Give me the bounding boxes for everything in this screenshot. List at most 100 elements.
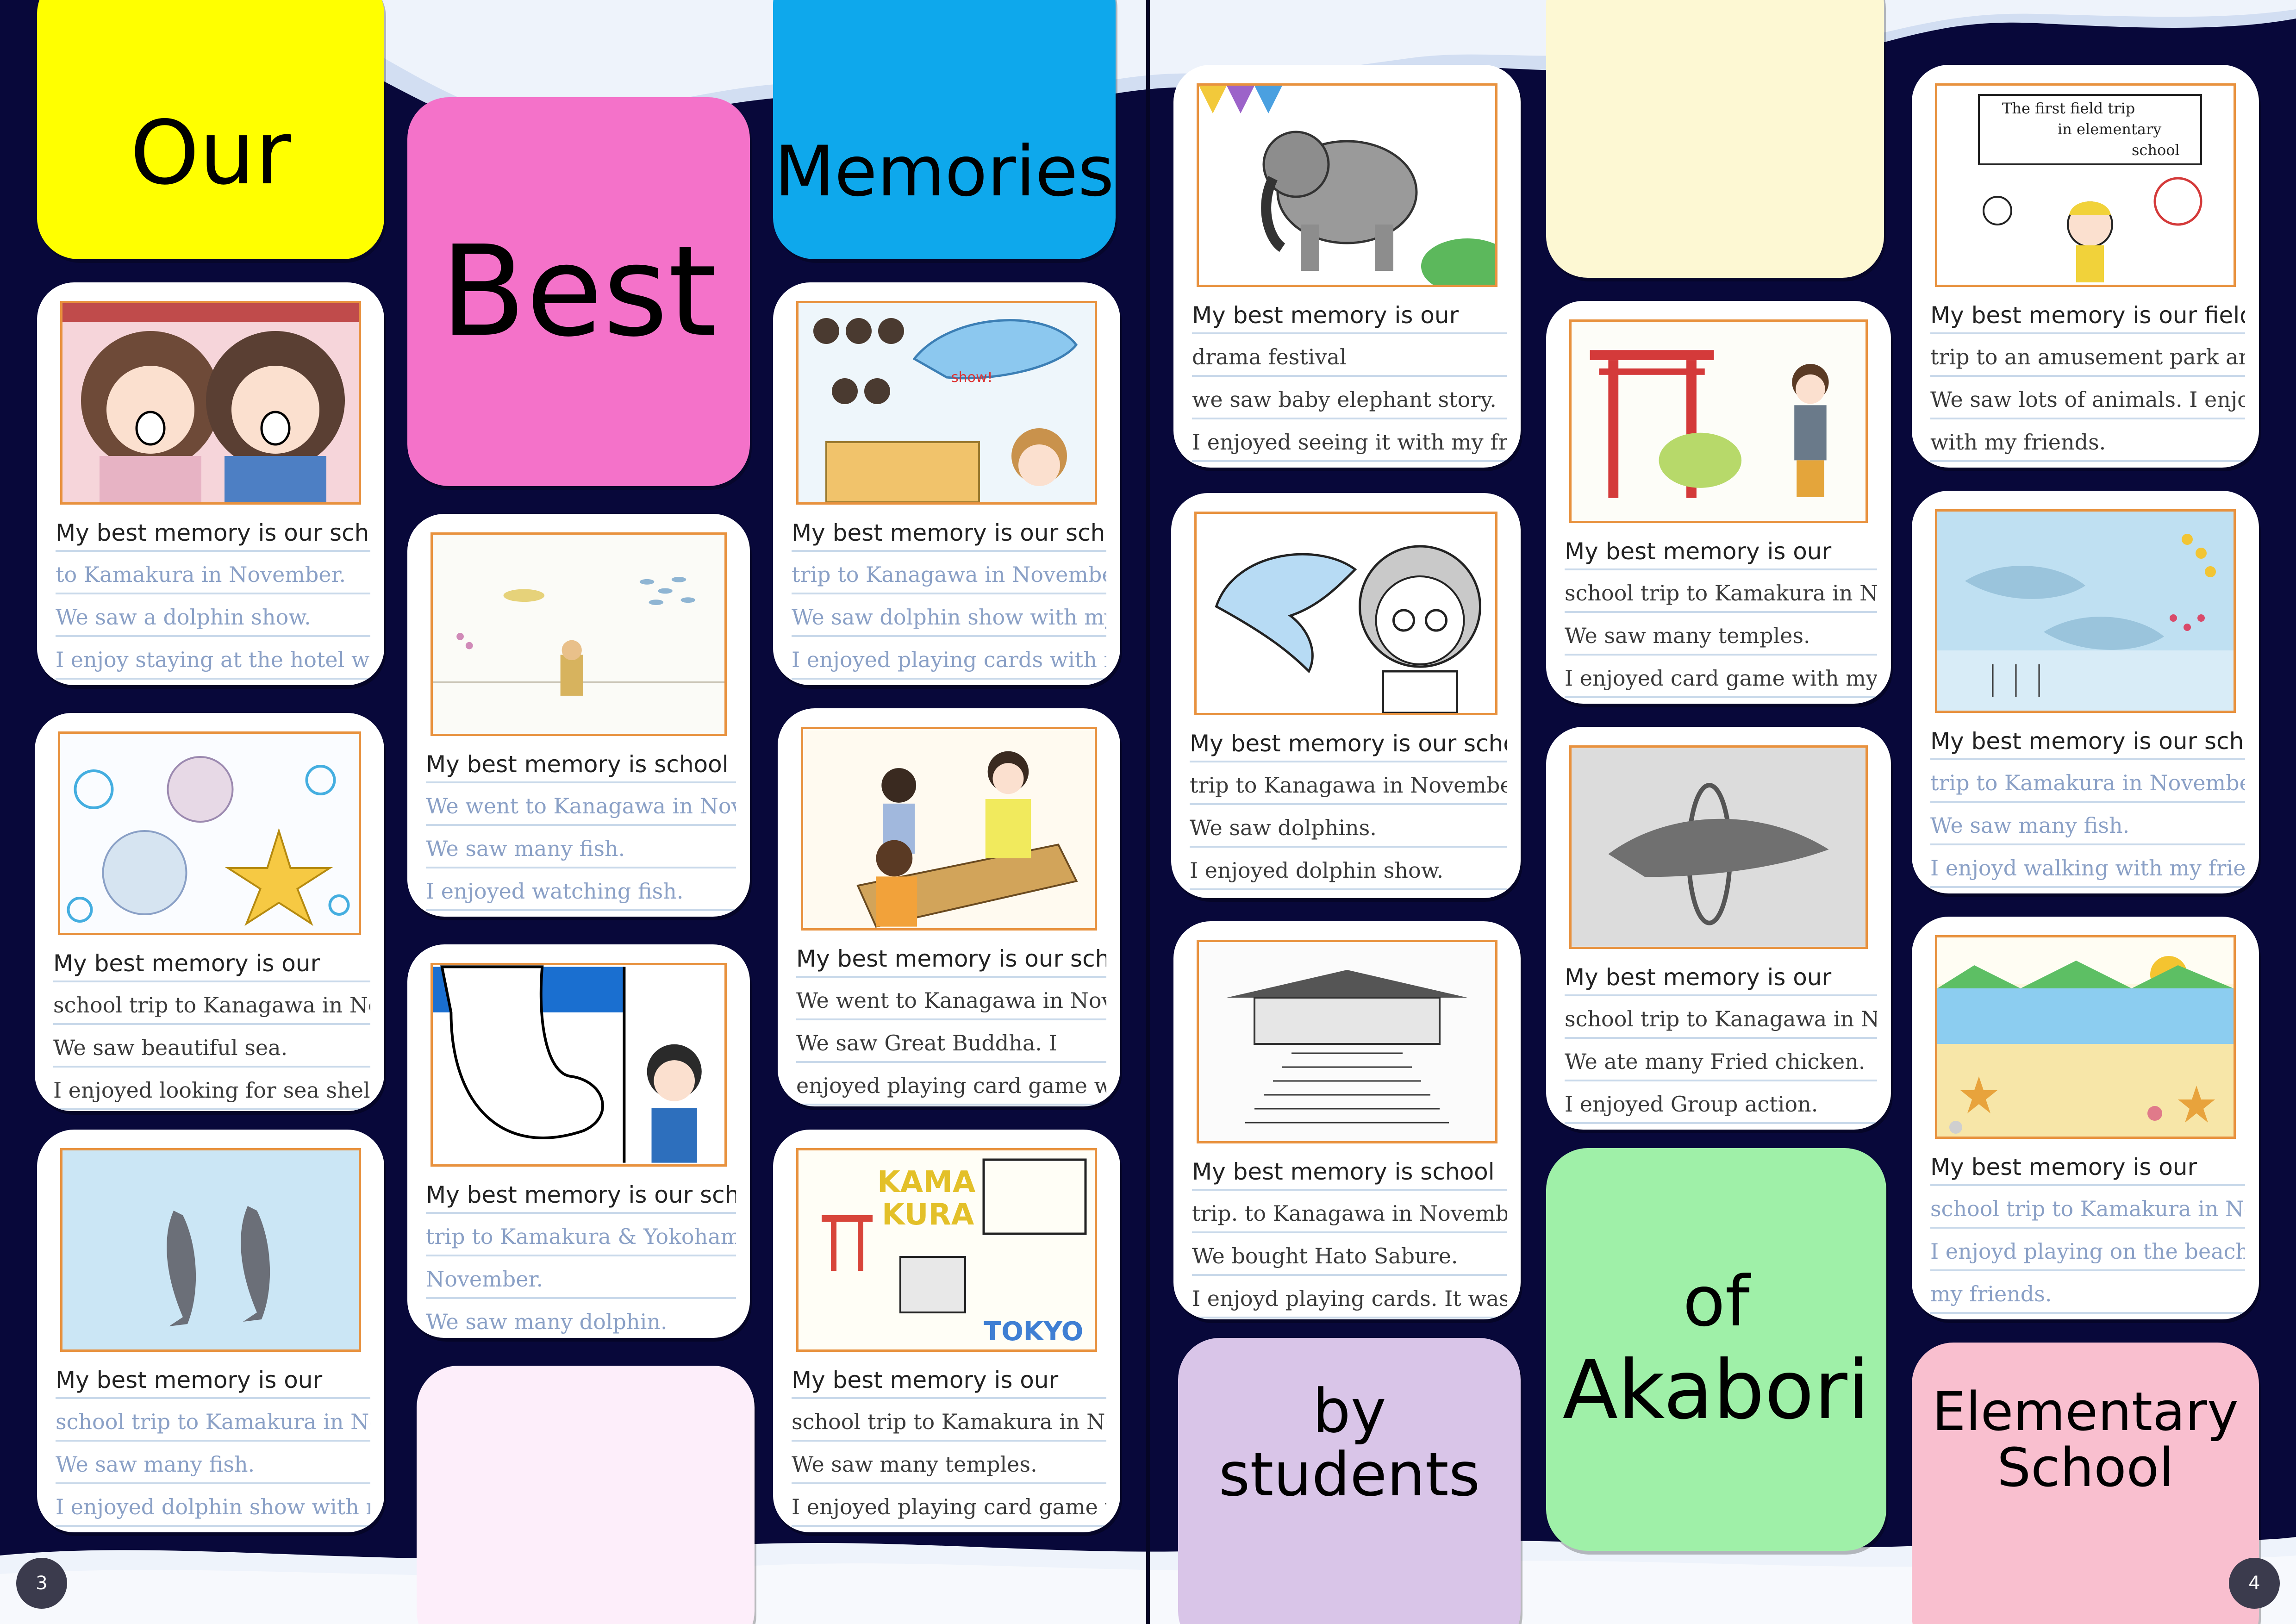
- title-tile-best: Best: [407, 97, 750, 486]
- card-7-line-1: My best memory is our school trip.: [796, 935, 1106, 978]
- drawing-dolphin-hoop: [1569, 745, 1868, 949]
- drawing-sea-shells: [58, 731, 361, 935]
- card-16-line-1: My best memory is our: [1930, 1143, 2245, 1186]
- drawing-label-show: show!: [951, 369, 993, 386]
- drawing-card-game: [801, 727, 1097, 931]
- card-10-line-2: trip to Kanagawa in November: [1190, 762, 1507, 805]
- card-10-line-1: My best memory is our school: [1190, 720, 1507, 762]
- card-10-line-3: We saw dolphins.: [1190, 805, 1507, 848]
- drawing-label-kura: KURA: [882, 1198, 974, 1232]
- memory-card-8: KAMA KURA TOKYO My best memory is our scho…: [773, 1130, 1120, 1532]
- card-14-line-3: We saw lots of animals. I enjoyed playin…: [1930, 377, 2245, 419]
- card-13-line-3: We ate many Fried chicken.: [1565, 1039, 1877, 1081]
- card-5-line-1: My best memory is our school: [426, 1171, 736, 1214]
- card-1-line-1: My best memory is our school trip: [56, 509, 370, 552]
- card-3-line-4: I enjoyed dolphin show with my friends.: [56, 1484, 370, 1527]
- card-2-line-4: I enjoyed looking for sea shells.: [53, 1068, 370, 1110]
- yearbook-spread: Our Best Memories by students of Akabori…: [0, 0, 2296, 1624]
- card-8-line-3: We saw many temples.: [792, 1442, 1106, 1484]
- memory-card-1: My best memory is our school trip to Kam…: [37, 282, 384, 685]
- drawing-dolphin-and-girl: [430, 963, 727, 1167]
- card-6-line-1: My best memory is our school: [792, 509, 1106, 552]
- drawing-dolphin-show: show!: [796, 301, 1097, 505]
- card-1-line-4: I enjoy staying at the hotel with my fri…: [56, 637, 370, 680]
- card-14-line-4: with my friends.: [1930, 419, 2245, 462]
- card-3-line-2: school trip to Kamakura in November.: [56, 1399, 370, 1442]
- card-4-line-1: My best memory is school trip: [426, 741, 736, 783]
- card-9-line-1: My best memory is our: [1192, 292, 1507, 334]
- memory-card-7: My best memory is our school trip. We we…: [778, 708, 1120, 1106]
- title-word-elementary: Elementary: [1932, 1381, 2239, 1443]
- memory-card-5: My best memory is our school trip to Kam…: [407, 944, 750, 1338]
- card-2-line-3: We saw beautiful sea.: [53, 1025, 370, 1068]
- blank-tile-cream: [1546, 0, 1884, 278]
- drawing-label-sign-2: in elementary: [2058, 120, 2161, 138]
- page-number-left: 3: [16, 1558, 67, 1609]
- card-15-line-1: My best memory is our school: [1930, 718, 2245, 760]
- drawing-temple-stairs: [1197, 940, 1497, 1143]
- card-9-line-4: I enjoyed seeing it with my friends.: [1192, 419, 1507, 462]
- card-5-line-2: trip to Kamakura & Yokohama in: [426, 1214, 736, 1256]
- card-11-line-4: I enjoyd playing cards. It was fun.: [1192, 1276, 1507, 1318]
- memory-card-14: The first field trip in elementary school …: [1912, 65, 2259, 468]
- card-12-line-2: school trip to Kamakura in November.: [1565, 570, 1877, 613]
- card-7-line-2: We went to Kanagawa in November.: [796, 978, 1106, 1020]
- memory-card-10: My best memory is our school trip to Kan…: [1171, 493, 1521, 898]
- drawing-aquarium-fish: [430, 532, 727, 736]
- card-12-line-1: My best memory is our: [1565, 528, 1877, 570]
- blank-tile-pink: [417, 1366, 755, 1624]
- drawing-two-dolphins: [60, 1148, 361, 1352]
- drawing-two-girls: [60, 301, 361, 505]
- drawing-torii-gate: [1569, 319, 1868, 523]
- card-13-line-2: school trip to Kanagawa in November.: [1565, 996, 1877, 1039]
- title-word-akabori: Akabori: [1562, 1343, 1870, 1437]
- card-6-line-2: trip to Kanagawa in November.: [792, 552, 1106, 594]
- card-4-line-2: We went to Kanagawa in November.: [426, 783, 736, 826]
- memory-card-16: My best memory is our school trip to Kam…: [1912, 917, 2259, 1319]
- card-15-line-4: I enjoyd walking with my friends.: [1930, 845, 2245, 888]
- memory-card-4: My best memory is school trip We went to…: [407, 514, 750, 917]
- card-14-line-2: trip to an amusement park and zoo.: [1930, 334, 2245, 377]
- memory-card-13: My best memory is our school trip to Kan…: [1546, 727, 1891, 1130]
- memory-card-6: show! My best memory is our school trip …: [773, 282, 1120, 685]
- memory-card-12: My best memory is our school trip to Kam…: [1546, 301, 1891, 704]
- memory-card-9: My best memory is our drama festival we …: [1173, 65, 1521, 468]
- card-2-line-1: My best memory is our: [53, 940, 370, 982]
- card-7-line-4: enjoyed playing card game with my friend…: [796, 1063, 1106, 1106]
- card-13-line-4: I enjoyed Group action.: [1565, 1081, 1877, 1124]
- title-tile-of-akabori: of Akabori: [1546, 1148, 1886, 1551]
- title-tile-by-students: by students: [1178, 1338, 1521, 1624]
- card-11-line-3: We bought Hato Sabure.: [1192, 1233, 1507, 1276]
- card-3-line-1: My best memory is our: [56, 1356, 370, 1399]
- card-11-line-1: My best memory is school: [1192, 1148, 1507, 1191]
- card-8-line-4: I enjoyed playing card game with my frie…: [792, 1484, 1106, 1527]
- title-word-our: Our: [130, 101, 292, 204]
- drawing-label-sign-1: The first field trip: [2002, 100, 2135, 117]
- memory-card-15: My best memory is our school trip to Kam…: [1912, 491, 2259, 893]
- card-3-line-3: We saw many fish.: [56, 1442, 370, 1484]
- drawing-label-sign-3: school: [2132, 141, 2180, 159]
- title-word-best: Best: [440, 219, 717, 365]
- drawing-beach-sunset: [1935, 935, 2236, 1139]
- card-4-line-3: We saw many fish.: [426, 826, 736, 868]
- card-10-line-4: I enjoyed dolphin show.: [1190, 848, 1507, 890]
- card-9-line-2: drama festival: [1192, 334, 1507, 377]
- title-word-school: School: [1997, 1437, 2174, 1499]
- card-9-line-3: we saw baby elephant story.: [1192, 377, 1507, 419]
- card-2-line-2: school trip to Kanagawa in November.: [53, 982, 370, 1025]
- memory-card-11: My best memory is school trip. to Kanaga…: [1173, 921, 1521, 1319]
- card-1-line-2: to Kamakura in November.: [56, 552, 370, 594]
- card-6-line-4: I enjoyed playing cards with my friends.: [792, 637, 1106, 680]
- card-8-line-1: My best memory is our: [792, 1356, 1106, 1399]
- title-word-by: by: [1312, 1376, 1386, 1446]
- card-8-line-2: school trip to Kamakura in November.: [792, 1399, 1106, 1442]
- drawing-elephant: [1197, 83, 1497, 287]
- page-number-right: 4: [2229, 1558, 2280, 1609]
- card-15-line-3: We saw many fish.: [1930, 803, 2245, 845]
- card-16-line-4: my friends.: [1930, 1271, 2245, 1314]
- card-5-line-3: November.: [426, 1256, 736, 1299]
- title-word-of: of: [1683, 1262, 1750, 1343]
- title-word-students: students: [1218, 1439, 1480, 1510]
- card-13-line-1: My best memory is our: [1565, 954, 1877, 996]
- card-16-line-2: school trip to Kamakura in November.: [1930, 1186, 2245, 1229]
